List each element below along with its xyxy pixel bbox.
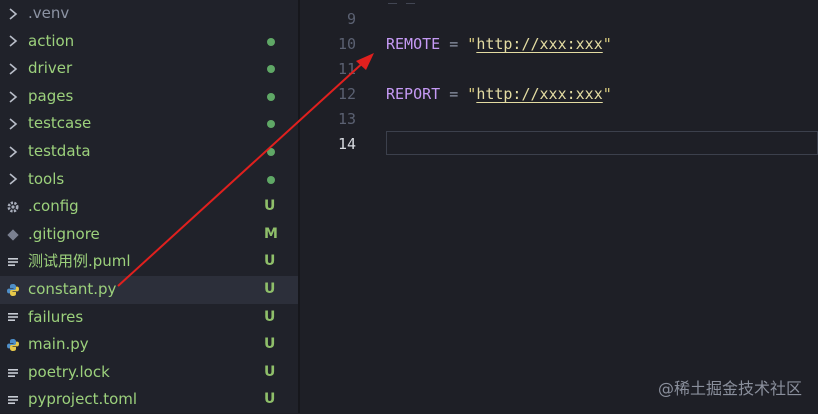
git-status-badge: M <box>264 225 278 242</box>
explorer-item[interactable]: failures U <box>0 304 298 332</box>
explorer-item[interactable]: pages <box>0 83 298 111</box>
modified-dot-icon <box>267 92 275 101</box>
python-icon <box>5 331 21 359</box>
lines-icon <box>5 386 21 414</box>
lines-icon <box>5 304 21 332</box>
git-status-badge: U <box>264 391 276 408</box>
code-quote: " <box>602 35 612 53</box>
git-status-badge: U <box>264 308 276 325</box>
explorer-item[interactable]: testcase <box>0 110 298 138</box>
code-variable: REPORT <box>386 85 441 103</box>
chevron-right-icon <box>5 110 21 138</box>
gear-icon <box>5 193 21 221</box>
explorer-item-label: constant.py <box>28 280 117 298</box>
git-status-badge: U <box>264 253 276 270</box>
current-line-highlight <box>386 131 818 155</box>
modified-dot-icon <box>267 175 275 184</box>
chevron-right-icon <box>5 83 21 111</box>
explorer-item[interactable]: .gitignore M <box>0 221 298 249</box>
explorer-item[interactable]: .venv <box>0 0 298 28</box>
code-quote: " <box>467 85 477 103</box>
code-quote: " <box>467 35 477 53</box>
git-icon <box>5 221 21 249</box>
explorer-item-label: testcase <box>28 114 92 133</box>
file-explorer: .venv action driver pages testcase testdata to… <box>0 0 298 413</box>
modified-dot-icon <box>267 120 275 129</box>
explorer-item[interactable]: main.py U <box>0 331 298 359</box>
explorer-item-label: driver <box>28 59 73 78</box>
explorer-item[interactable]: action <box>0 28 298 56</box>
code-quote: " <box>602 85 612 103</box>
explorer-item-label: testdata <box>28 142 91 160</box>
explorer-item-label: pyproject.toml <box>28 390 138 409</box>
git-status-badge: U <box>264 363 276 380</box>
code-line[interactable]: REPORT = "http://xxx:xxx" <box>386 82 612 107</box>
explorer-item-label: .venv <box>28 4 70 22</box>
watermark: @稀土掘金技术社区 <box>657 379 802 398</box>
explorer-item[interactable]: 测试用例.puml U <box>0 248 298 276</box>
line-number: 14 <box>337 135 356 153</box>
explorer-item-label: main.py <box>28 335 89 354</box>
explorer-item-label: .config <box>28 197 79 216</box>
explorer-item[interactable]: tools <box>0 166 298 194</box>
lines-icon <box>5 359 21 387</box>
code-line[interactable]: REMOTE = "http://xxx:xxx" <box>386 32 612 57</box>
code-editor[interactable]: _ _ 910REMOTE = "http://xxx:xxx"1112REPO… <box>300 0 818 413</box>
chevron-right-icon <box>5 166 21 194</box>
explorer-item-label: .gitignore <box>28 224 100 243</box>
line-number: 11 <box>337 60 356 78</box>
explorer-item-label: 测试用例.puml <box>28 252 131 271</box>
explorer-item[interactable]: driver <box>0 55 298 83</box>
line-number: 10 <box>337 35 356 53</box>
chevron-right-icon <box>5 0 21 28</box>
lines-icon <box>5 248 21 276</box>
explorer-item-label: pages <box>28 86 74 105</box>
code-string-url: http://xxx:xxx <box>476 85 603 103</box>
code-string-url: http://xxx:xxx <box>476 35 603 53</box>
line-number: 12 <box>337 85 356 103</box>
modified-dot-icon <box>267 37 275 46</box>
line-number: 9 <box>346 10 356 28</box>
scrolled-line-fragment: _ _ <box>388 0 415 4</box>
explorer-item-label: poetry.lock <box>28 362 110 381</box>
code-variable: REMOTE <box>386 35 441 53</box>
git-status-badge: U <box>264 281 276 297</box>
explorer-item[interactable]: testdata <box>0 138 298 166</box>
chevron-right-icon <box>5 55 21 83</box>
chevron-right-icon <box>5 138 21 166</box>
modified-dot-icon <box>267 148 275 156</box>
explorer-item-label: tools <box>28 169 65 188</box>
chevron-right-icon <box>5 28 21 56</box>
git-status-badge: U <box>264 198 276 215</box>
code-operator: = <box>440 35 468 53</box>
code-operator: = <box>440 85 468 103</box>
explorer-item[interactable]: pyproject.toml U <box>0 386 298 414</box>
explorer-item-label: failures <box>28 307 84 326</box>
explorer-item[interactable]: poetry.lock U <box>0 359 298 387</box>
python-icon <box>5 276 21 304</box>
line-number: 13 <box>337 110 356 128</box>
explorer-item-label: action <box>28 31 75 50</box>
git-status-badge: U <box>264 336 276 353</box>
explorer-item[interactable]: .config U <box>0 193 298 221</box>
explorer-item[interactable]: constant.py U <box>0 276 298 304</box>
modified-dot-icon <box>267 65 275 74</box>
